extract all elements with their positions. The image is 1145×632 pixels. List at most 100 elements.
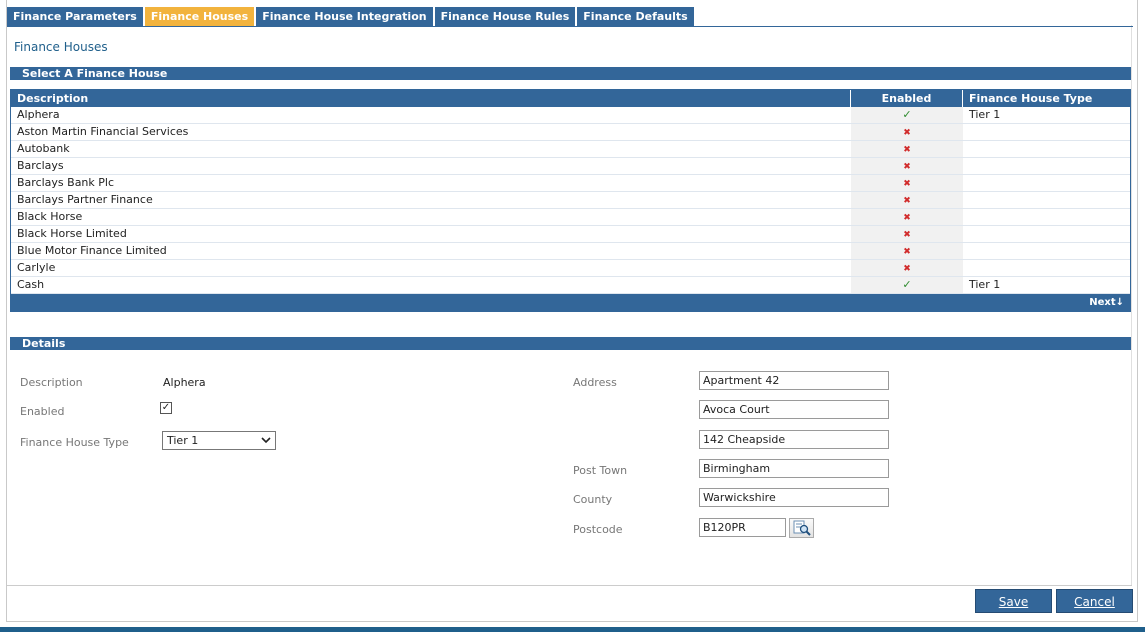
county-label: County — [573, 493, 613, 506]
postcode-label: Postcode — [573, 523, 623, 536]
county-input[interactable] — [699, 488, 889, 507]
chevron-down-icon — [261, 437, 271, 444]
row-enabled: ✖ — [851, 158, 963, 174]
finance-house-grid: Description Enabled Finance House Type A… — [10, 89, 1131, 312]
save-button-label: Save — [998, 595, 1029, 609]
table-row[interactable]: Barclays ✖ — [11, 158, 1130, 175]
row-description: Black Horse Limited — [17, 227, 127, 240]
row-type — [963, 158, 1130, 174]
next-label: Next — [1089, 297, 1116, 308]
next-link[interactable]: Next↓ — [1089, 297, 1124, 308]
cross-icon: ✖ — [903, 264, 911, 274]
postcode-input[interactable] — [699, 518, 786, 537]
description-label: Description — [20, 376, 83, 389]
cross-icon: ✖ — [903, 230, 911, 240]
tab-bar: Finance Parameters Finance Houses Financ… — [7, 7, 696, 26]
row-type — [963, 209, 1130, 225]
grid-footer: Next↓ — [11, 294, 1130, 311]
row-description: Carlyle — [17, 261, 56, 274]
row-type: Tier 1 — [969, 278, 1001, 291]
cross-icon: ✖ — [903, 179, 911, 189]
finance-house-type-select[interactable]: Tier 1 — [162, 431, 276, 450]
cancel-button[interactable]: Cancel — [1056, 589, 1133, 613]
row-enabled: ✖ — [851, 124, 963, 140]
row-enabled: ✖ — [851, 243, 963, 259]
row-description: Aston Martin Financial Services — [17, 125, 189, 138]
cross-icon: ✖ — [903, 145, 911, 155]
row-enabled: ✖ — [851, 141, 963, 157]
table-row[interactable]: Blue Motor Finance Limited ✖ — [11, 243, 1130, 260]
row-enabled: ✖ — [851, 226, 963, 242]
row-type — [963, 124, 1130, 140]
address-line-3-input[interactable] — [699, 430, 889, 449]
row-enabled: ✖ — [851, 192, 963, 208]
select-section-header: Select A Finance House — [10, 67, 1131, 80]
arrow-down-icon: ↓ — [1115, 297, 1124, 308]
table-row[interactable]: Autobank ✖ — [11, 141, 1130, 158]
enabled-checkbox[interactable]: ✓ — [160, 402, 172, 414]
table-row[interactable]: Black Horse ✖ — [11, 209, 1130, 226]
row-type: Tier 1 — [969, 108, 1001, 121]
row-type — [963, 175, 1130, 191]
table-row[interactable]: Carlyle ✖ — [11, 260, 1130, 277]
column-header-enabled[interactable]: Enabled — [851, 90, 963, 107]
tab-finance-defaults[interactable]: Finance Defaults — [577, 7, 694, 26]
cross-icon: ✖ — [903, 162, 911, 172]
address-line-1-input[interactable] — [699, 371, 889, 390]
column-header-type[interactable]: Finance House Type — [963, 90, 1130, 107]
table-row[interactable]: Cash ✓ Tier 1 — [11, 277, 1130, 294]
row-enabled: ✖ — [851, 260, 963, 276]
table-row[interactable]: Barclays Bank Plc ✖ — [11, 175, 1130, 192]
tab-finance-house-integration[interactable]: Finance House Integration — [256, 7, 433, 26]
enabled-label: Enabled — [20, 405, 65, 418]
footer-divider — [7, 585, 1132, 586]
row-description: Barclays Bank Plc — [17, 176, 115, 189]
cross-icon: ✖ — [903, 247, 911, 257]
row-description: Cash — [17, 278, 45, 291]
address-line-2-input[interactable] — [699, 400, 889, 419]
row-type — [963, 192, 1130, 208]
row-description: Barclays — [17, 159, 64, 172]
grid-body: Alphera ✓ Tier 1 Aston Martin Financial Ser… — [11, 107, 1130, 294]
save-button[interactable]: Save — [975, 589, 1052, 613]
tab-finance-house-rules[interactable]: Finance House Rules — [434, 7, 576, 26]
column-header-description[interactable]: Description — [11, 90, 851, 107]
magnifier-icon — [793, 520, 811, 536]
row-description: Blue Motor Finance Limited — [17, 244, 167, 257]
page-title: Finance Houses — [14, 40, 108, 54]
table-row[interactable]: Black Horse Limited ✖ — [11, 226, 1130, 243]
row-description: Autobank — [17, 142, 70, 155]
post-town-label: Post Town — [573, 464, 628, 477]
checkmark-icon: ✓ — [902, 278, 912, 291]
tab-finance-parameters[interactable]: Finance Parameters — [7, 7, 143, 26]
address-label: Address — [573, 376, 617, 389]
row-enabled: ✖ — [851, 209, 963, 225]
table-row[interactable]: Barclays Partner Finance ✖ — [11, 192, 1130, 209]
description-value: Alphera — [163, 376, 206, 389]
row-enabled: ✓ — [851, 107, 963, 123]
finance-house-type-label: Finance House Type — [20, 436, 129, 449]
tab-underline — [7, 26, 1133, 27]
row-description: Black Horse — [17, 210, 83, 223]
row-description: Barclays Partner Finance — [17, 193, 153, 206]
cross-icon: ✖ — [903, 196, 911, 206]
scrollbar[interactable] — [1131, 25, 1137, 585]
checkmark-icon: ✓ — [902, 108, 912, 121]
table-row[interactable]: Aston Martin Financial Services ✖ — [11, 124, 1130, 141]
row-enabled: ✖ — [851, 175, 963, 191]
row-type — [963, 226, 1130, 242]
row-description: Alphera — [17, 108, 60, 121]
cross-icon: ✖ — [903, 213, 911, 223]
row-type — [963, 243, 1130, 259]
postcode-lookup-button[interactable] — [789, 518, 814, 538]
grid-header: Description Enabled Finance House Type — [11, 90, 1130, 107]
post-town-input[interactable] — [699, 459, 889, 478]
details-section-header: Details — [10, 337, 1131, 350]
cross-icon: ✖ — [903, 128, 911, 138]
bottom-bar — [0, 627, 1145, 632]
checkmark-icon: ✓ — [161, 402, 171, 413]
tab-finance-houses[interactable]: Finance Houses — [144, 7, 255, 26]
row-type — [963, 141, 1130, 157]
cancel-button-label: Cancel — [1074, 595, 1115, 609]
table-row[interactable]: Alphera ✓ Tier 1 — [11, 107, 1130, 124]
